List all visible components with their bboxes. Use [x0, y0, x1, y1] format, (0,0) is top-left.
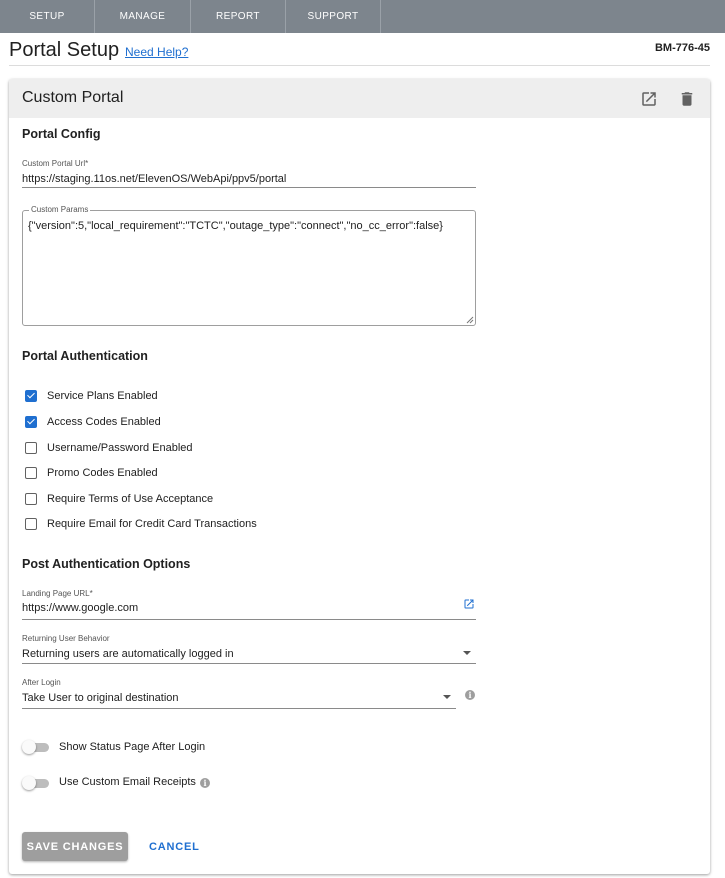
trash-icon[interactable] [678, 90, 696, 108]
promo-codes-checkbox[interactable] [25, 467, 37, 479]
promo-codes-label: Promo Codes Enabled [47, 467, 158, 479]
username-password-option[interactable]: Username/Password Enabled [25, 441, 193, 455]
custom-portal-url-underline [22, 187, 476, 188]
access-codes-label: Access Codes Enabled [47, 416, 161, 428]
page-title: Portal Setup [9, 39, 120, 61]
returning-user-underline [22, 663, 476, 664]
custom-portal-url-label: Custom Portal Url* [22, 159, 89, 168]
resize-grip-icon[interactable] [466, 316, 474, 324]
after-login-select[interactable]: Take User to original destination [22, 692, 179, 704]
custom-email-receipts-label: Use Custom Email Receipts [59, 776, 196, 788]
show-status-page-label: Show Status Page After Login [59, 741, 206, 753]
save-changes-button[interactable]: SAVE CHANGES [22, 832, 128, 861]
post-auth-heading: Post Authentication Options [22, 557, 191, 571]
promo-codes-option[interactable]: Promo Codes Enabled [25, 466, 158, 480]
cancel-button[interactable]: CANCEL [149, 832, 200, 861]
tab-report[interactable]: REPORT [191, 0, 286, 33]
show-status-page-toggle[interactable] [22, 740, 49, 754]
card-header: Custom Portal [9, 79, 710, 118]
tab-setup[interactable]: SETUP [0, 0, 95, 33]
after-login-label: After Login [22, 678, 61, 687]
toggle-knob [22, 776, 36, 790]
portal-config-heading: Portal Config [22, 127, 101, 141]
need-help-link[interactable]: Need Help? [125, 45, 188, 59]
custom-params-value[interactable]: {"version":5,"local_requirement":"TCTC",… [28, 220, 443, 232]
returning-user-select[interactable]: Returning users are automatically logged… [22, 648, 234, 660]
service-plans-label: Service Plans Enabled [47, 390, 158, 402]
card-title: Custom Portal [22, 89, 124, 106]
require-email-label: Require Email for Credit Card Transactio… [47, 518, 257, 530]
returning-user-label: Returning User Behavior [22, 634, 110, 643]
header-divider [9, 65, 710, 66]
service-plans-option[interactable]: Service Plans Enabled [25, 389, 158, 403]
custom-params-label: Custom Params [29, 205, 91, 214]
custom-email-receipts-toggle[interactable] [22, 776, 49, 790]
landing-page-input[interactable]: https://www.google.com [22, 602, 138, 614]
tab-manage[interactable]: MANAGE [95, 0, 191, 33]
custom-portal-url-input[interactable]: https://staging.11os.net/ElevenOS/WebApi… [22, 173, 286, 185]
username-password-checkbox[interactable] [25, 442, 37, 454]
terms-of-use-label: Require Terms of Use Acceptance [47, 493, 214, 505]
open-in-new-icon[interactable] [640, 90, 658, 108]
terms-of-use-option[interactable]: Require Terms of Use Acceptance [25, 492, 213, 506]
custom-portal-card: Custom Portal Portal Config Custom Porta… [9, 79, 710, 874]
top-nav: SETUP MANAGE REPORT SUPPORT [0, 0, 725, 33]
landing-page-label: Landing Page URL* [22, 589, 93, 598]
tab-support[interactable]: SUPPORT [286, 0, 381, 33]
site-id-badge: BM-776-45 [654, 42, 710, 54]
portal-auth-heading: Portal Authentication [22, 349, 148, 363]
chevron-down-icon[interactable] [463, 651, 471, 655]
service-plans-checkbox[interactable] [25, 390, 37, 402]
open-in-new-icon[interactable] [463, 598, 475, 610]
require-email-option[interactable]: Require Email for Credit Card Transactio… [25, 517, 257, 531]
info-icon[interactable]: i [465, 690, 475, 700]
info-icon[interactable]: i [200, 778, 210, 788]
access-codes-checkbox[interactable] [25, 416, 37, 428]
access-codes-option[interactable]: Access Codes Enabled [25, 415, 161, 429]
after-login-underline [22, 708, 456, 709]
landing-page-underline [22, 619, 476, 620]
terms-of-use-checkbox[interactable] [25, 493, 37, 505]
username-password-label: Username/Password Enabled [47, 442, 193, 454]
toggle-knob [22, 740, 36, 754]
require-email-checkbox[interactable] [25, 518, 37, 530]
chevron-down-icon[interactable] [443, 695, 451, 699]
